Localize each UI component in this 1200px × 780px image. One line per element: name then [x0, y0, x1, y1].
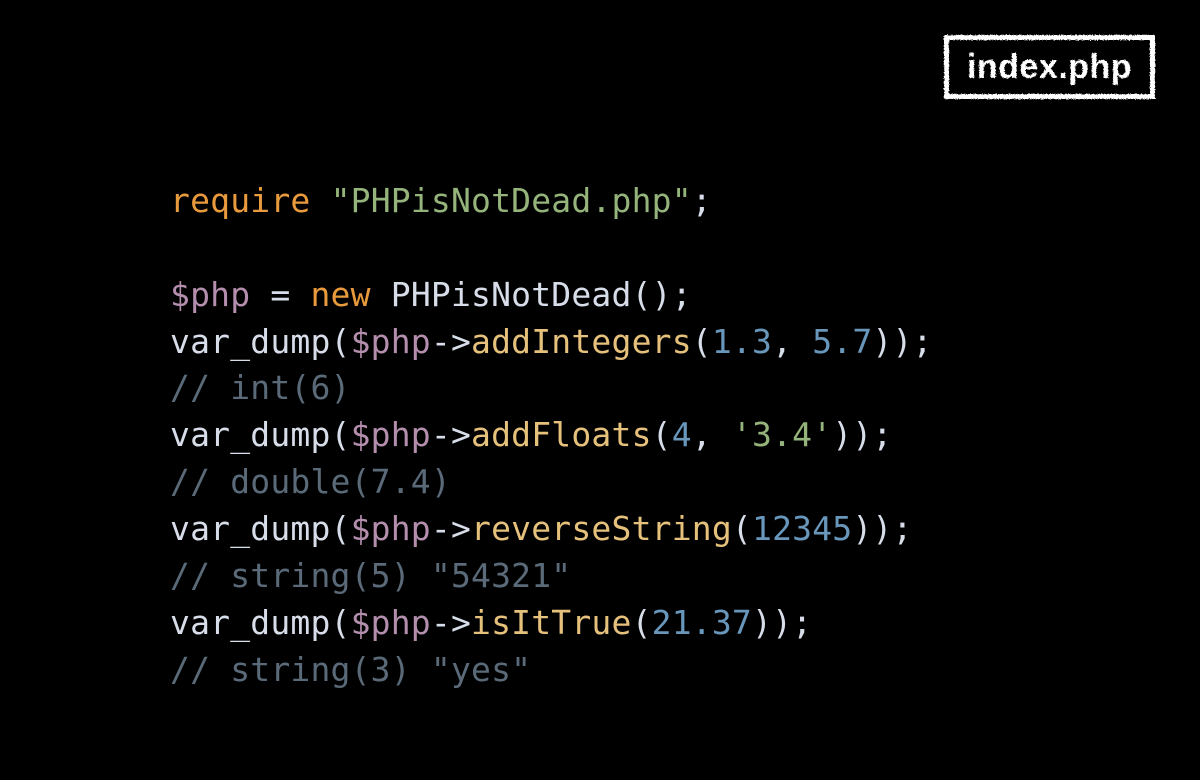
code-token: var_dump( — [170, 415, 351, 454]
code-token: // double(7.4) — [170, 462, 451, 501]
code-token: 5.7 — [812, 322, 872, 361]
code-line: $php = new PHPisNotDead(); — [170, 272, 933, 319]
code-token: 4 — [672, 415, 692, 454]
code-line: require "PHPisNotDead.php"; — [170, 178, 933, 225]
code-token: )); — [752, 603, 812, 642]
code-token: reverseString — [471, 509, 732, 548]
code-line: // string(3) "yes" — [170, 647, 933, 694]
code-block: require "PHPisNotDead.php"; $php = new P… — [170, 178, 933, 693]
code-token: // string(5) "54321" — [170, 556, 571, 595]
code-line — [170, 225, 933, 272]
code-token: $php — [170, 275, 250, 314]
slide: index.php require "PHPisNotDead.php"; $p… — [0, 0, 1200, 780]
code-token: var_dump( — [170, 603, 351, 642]
code-token: -> — [431, 415, 471, 454]
code-token: ( — [652, 415, 672, 454]
code-token: var_dump( — [170, 509, 351, 548]
code-token: 1.3 — [712, 322, 772, 361]
code-token: // string(3) "yes" — [170, 650, 531, 689]
code-token: require — [170, 181, 310, 220]
code-line: // double(7.4) — [170, 459, 933, 506]
code-token: ( — [692, 322, 712, 361]
code-token: new — [310, 275, 370, 314]
code-token: ( — [632, 603, 652, 642]
code-token: ( — [732, 509, 752, 548]
code-line: var_dump($php->addIntegers(1.3, 5.7)); — [170, 319, 933, 366]
code-token — [310, 181, 330, 220]
code-token: $php — [351, 603, 431, 642]
code-token: -> — [431, 322, 471, 361]
code-line: var_dump($php->isItTrue(21.37)); — [170, 600, 933, 647]
code-token: // int(6) — [170, 368, 351, 407]
code-token: 12345 — [752, 509, 852, 548]
code-token: var_dump( — [170, 322, 351, 361]
code-token: )); — [852, 509, 912, 548]
filename-badge: index.php — [944, 35, 1155, 99]
code-line: // string(5) "54321" — [170, 553, 933, 600]
code-token: ; — [692, 181, 712, 220]
code-token: '3.4' — [732, 415, 832, 454]
code-token: isItTrue — [471, 603, 632, 642]
code-token: -> — [431, 509, 471, 548]
code-token: $php — [351, 509, 431, 548]
code-token: addIntegers — [471, 322, 692, 361]
code-token: , — [692, 415, 732, 454]
code-line: // int(6) — [170, 365, 933, 412]
code-token: $php — [351, 415, 431, 454]
code-token: , — [772, 322, 812, 361]
code-token: addFloats — [471, 415, 652, 454]
code-token: 21.37 — [652, 603, 752, 642]
code-token: )); — [872, 322, 932, 361]
code-token: PHPisNotDead(); — [371, 275, 692, 314]
code-line: var_dump($php->reverseString(12345)); — [170, 506, 933, 553]
code-token: = — [250, 275, 310, 314]
code-token: "PHPisNotDead.php" — [331, 181, 692, 220]
code-token: $php — [351, 322, 431, 361]
code-token: -> — [431, 603, 471, 642]
code-line: var_dump($php->addFloats(4, '3.4')); — [170, 412, 933, 459]
code-token: )); — [832, 415, 892, 454]
